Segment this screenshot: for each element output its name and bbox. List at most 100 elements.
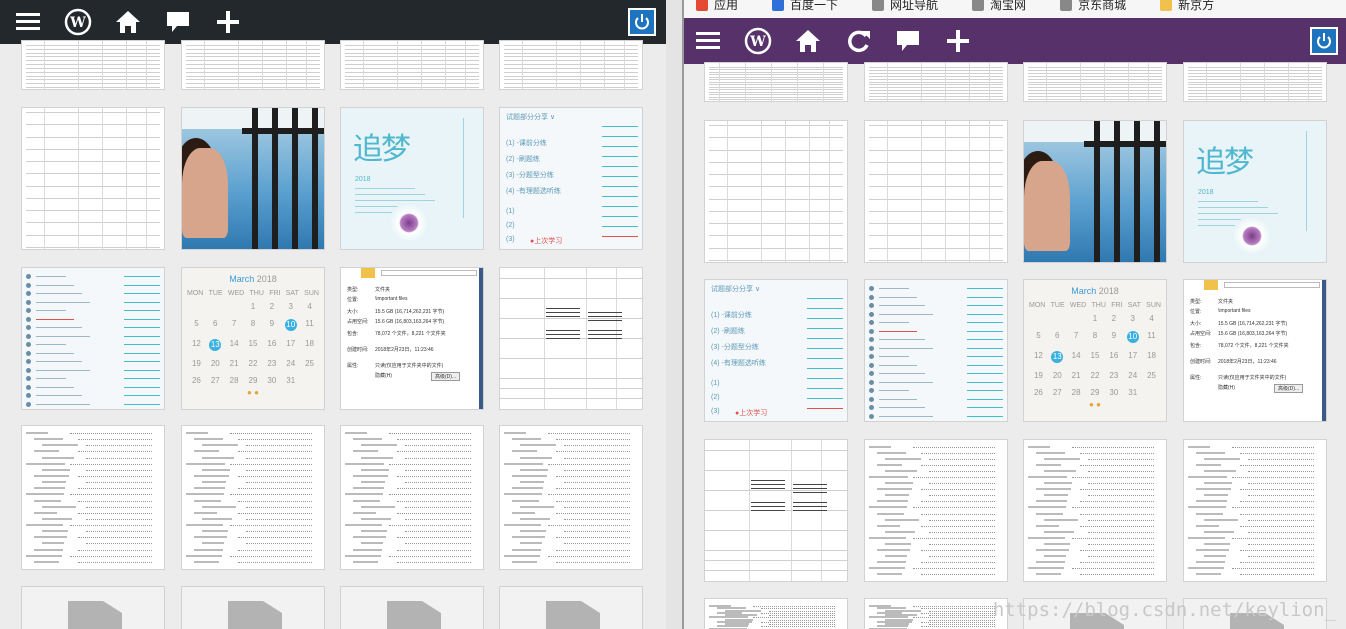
list-item[interactable]: (1) -课前分练	[711, 310, 752, 320]
bookmark-item[interactable]: 百度一下	[772, 0, 838, 14]
thumbnail-tile[interactable]	[864, 279, 1008, 422]
thumbnail-tile[interactable]	[1183, 439, 1327, 582]
property-value[interactable]: 只读(仅应用于文件夹中的文件)	[1218, 374, 1286, 381]
calendar-day[interactable]: 20	[1048, 371, 1067, 380]
calendar-day[interactable]: 23	[262, 359, 281, 368]
calendar-day[interactable]: 3	[1123, 314, 1142, 323]
calendar-day[interactable]: 6	[1048, 331, 1067, 343]
calendar-day[interactable]: 7	[1067, 331, 1086, 343]
calendar-day[interactable]: 29	[1086, 388, 1105, 397]
thumbnail-tile[interactable]: March 2018 MON TUE WED THU FRI SAT SUN 1 2 3 4 5 6 7 8 9…	[1023, 279, 1167, 422]
thumbnail-tile[interactable]	[1023, 120, 1167, 263]
bookmark-item[interactable]: 应用	[696, 0, 738, 14]
thumbnail-tile[interactable]	[21, 107, 165, 250]
calendar-day[interactable]: 5	[1029, 331, 1048, 343]
list-item[interactable]: (2)	[711, 394, 720, 401]
calendar-day[interactable]: 2	[1104, 314, 1123, 323]
property-value[interactable]: 隐藏(H)	[1218, 384, 1235, 391]
calendar-day[interactable]: 21	[1067, 371, 1086, 380]
calendar-day[interactable]: 19	[1029, 371, 1048, 380]
calendar-day[interactable]: 9	[262, 319, 281, 331]
thumbnail-tile[interactable]	[21, 425, 165, 570]
thumbnail-tile[interactable]: 试题部分分享 ∨ (1) -课前分练 (2) -刷题练 (3) -分题型分练 (4) -…	[704, 279, 848, 422]
calendar-day[interactable]: 16	[262, 339, 281, 351]
thumbnail-tile[interactable]	[864, 120, 1008, 263]
calendar-day[interactable]: 22	[244, 359, 263, 368]
list-item[interactable]: (3) -分题型分练	[711, 342, 759, 352]
calendar-day[interactable]: 25	[300, 359, 319, 368]
thumbnail-tile[interactable]	[499, 267, 643, 410]
calendar-day[interactable]: 10	[1126, 331, 1139, 343]
thumbnail-tile[interactable]: 追梦 2018	[340, 107, 484, 250]
calendar-day[interactable]: 19	[187, 359, 206, 368]
calendar-day[interactable]: 12	[187, 339, 206, 351]
power-icon[interactable]	[1310, 27, 1338, 55]
thumbnail-tile[interactable]	[21, 267, 165, 410]
calendar-day[interactable]: 17	[1123, 351, 1142, 363]
thumbnail-tile[interactable]: 类型: 文件夹 位置: \important files 大小: 15.5 GB (16,…	[1183, 279, 1327, 422]
property-value[interactable]: 高级(D)...	[1274, 384, 1304, 393]
thumbnail-tile[interactable]	[499, 40, 643, 90]
calendar-day[interactable]: 30	[1104, 388, 1123, 397]
thumbnail-tile[interactable]	[704, 120, 848, 263]
calendar-day[interactable]: 17	[281, 339, 300, 351]
calendar-day[interactable]: 15	[1086, 351, 1105, 363]
list-item[interactable]: (3)	[711, 408, 720, 415]
calendar-day[interactable]: 16	[1104, 351, 1123, 363]
calendar-day[interactable]: 15	[244, 339, 263, 351]
calendar-day[interactable]: 4	[300, 302, 319, 311]
menu-icon[interactable]	[12, 6, 44, 38]
thumbnail-tile[interactable]	[864, 62, 1008, 102]
calendar-day[interactable]: 8	[1086, 331, 1105, 343]
thumbnail-tile[interactable]	[181, 586, 325, 629]
calendar-day[interactable]: 5	[187, 319, 206, 331]
wordpress-icon[interactable]: W	[742, 25, 774, 57]
calendar-day[interactable]: 7	[225, 319, 244, 331]
home-icon[interactable]	[792, 25, 824, 57]
wordpress-icon[interactable]: W	[62, 6, 94, 38]
thumbnail-tile[interactable]: 追梦 2018	[1183, 120, 1327, 263]
calendar-day[interactable]: 24	[1123, 371, 1142, 380]
thumbnail-tile[interactable]	[704, 62, 848, 102]
calendar-day[interactable]: 10	[284, 319, 297, 331]
list-item[interactable]: (2) -刷题练	[711, 326, 745, 336]
calendar-day[interactable]: 28	[1067, 388, 1086, 397]
list-item[interactable]: (2)	[506, 222, 515, 229]
calendar-day[interactable]: 1	[244, 302, 263, 311]
list-item[interactable]: (1) -课前分练	[506, 138, 547, 148]
thumbnail-tile[interactable]: 试题部分分享 ∨ (1) -课前分练 (2) -刷题练 (3) -分题型分练 (4) -…	[499, 107, 643, 250]
comment-icon[interactable]	[162, 6, 194, 38]
comment-icon[interactable]	[892, 25, 924, 57]
thumbnail-tile[interactable]	[864, 598, 1008, 629]
bookmark-item[interactable]: 京东商城	[1060, 0, 1126, 14]
calendar-day[interactable]	[206, 302, 225, 311]
calendar-day[interactable]	[1048, 314, 1067, 323]
property-value[interactable]: 隐藏(H)	[375, 372, 392, 379]
plus-icon[interactable]	[212, 6, 244, 38]
list-item[interactable]: (1)	[711, 380, 720, 387]
list-item[interactable]: (1)	[506, 208, 515, 215]
menu-icon[interactable]	[692, 25, 724, 57]
calendar-day[interactable]: 18	[1142, 351, 1161, 363]
calendar-day[interactable]: 31	[1123, 388, 1142, 397]
calendar-day[interactable]: 25	[1142, 371, 1161, 380]
calendar-day[interactable]	[187, 302, 206, 311]
calendar-day[interactable]: 14	[1067, 351, 1086, 363]
calendar-day[interactable]: 20	[206, 359, 225, 368]
list-item[interactable]: (3) -分题型分练	[506, 170, 554, 180]
calendar-day[interactable]	[1067, 314, 1086, 323]
calendar-day[interactable]	[1142, 388, 1161, 397]
thumbnail-tile[interactable]	[21, 40, 165, 90]
calendar-day[interactable]: 9	[1104, 331, 1123, 343]
calendar-day[interactable]: 3	[281, 302, 300, 311]
thumbnail-tile[interactable]	[499, 586, 643, 629]
thumbnail-tile[interactable]	[181, 40, 325, 90]
power-icon[interactable]	[628, 8, 656, 36]
thumbnail-tile[interactable]: March 2018 MON TUE WED THU FRI SAT SUN 1 2 3 4 5 6 7 8 9…	[181, 267, 325, 410]
calendar-day[interactable]: 27	[206, 376, 225, 385]
calendar-day[interactable]	[1029, 314, 1048, 323]
thumbnail-tile[interactable]	[704, 598, 848, 629]
bookmark-item[interactable]: 淘宝网	[972, 0, 1026, 14]
calendar-day[interactable]: 27	[1048, 388, 1067, 397]
thumbnail-tile[interactable]	[1023, 62, 1167, 102]
